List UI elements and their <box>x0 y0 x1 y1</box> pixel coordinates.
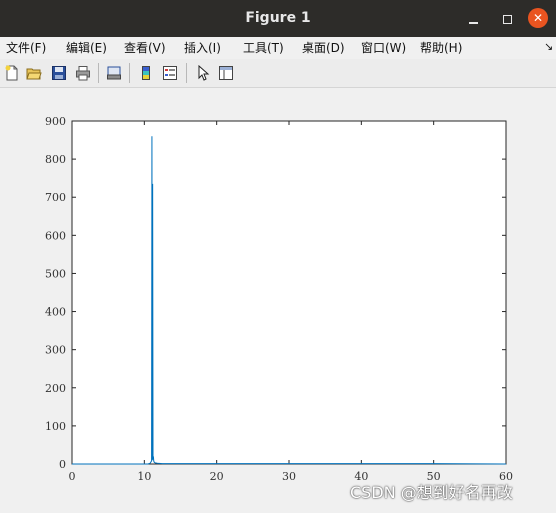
colorbar-button[interactable] <box>136 63 156 83</box>
pointer-icon <box>198 65 210 81</box>
axes-box[interactable] <box>71 120 507 465</box>
watermark-text: CSDN @想到好名再改 <box>350 483 513 502</box>
print-preview-button[interactable] <box>104 63 124 83</box>
print-preview-icon <box>107 66 121 80</box>
menu-help[interactable]: 帮助(H) <box>420 40 462 56</box>
colorbar-icon <box>142 66 150 80</box>
y-tick-label: 0 <box>59 458 66 471</box>
x-tick-label: 10 <box>137 470 151 483</box>
y-tick-label: 600 <box>45 229 66 242</box>
menu-desktop[interactable]: 桌面(D) <box>302 40 345 56</box>
y-tick-label: 900 <box>45 115 66 128</box>
menu-edit[interactable]: 编辑(E) <box>66 40 107 56</box>
open-file-button[interactable] <box>24 63 44 83</box>
y-tick-label: 100 <box>45 420 66 433</box>
property-editor-icon <box>219 66 233 80</box>
toolbar-separator <box>98 63 99 83</box>
menu-bar: 文件(F) 编辑(E) 查看(V) 插入(I) 工具(T) 桌面(D) 窗口(W… <box>0 37 556 58</box>
legend-icon <box>163 66 177 80</box>
minimize-button[interactable] <box>462 8 484 30</box>
print-button[interactable] <box>73 63 93 83</box>
new-figure-icon <box>5 65 18 81</box>
maximize-button[interactable] <box>496 8 518 30</box>
menu-insert[interactable]: 插入(I) <box>184 40 221 56</box>
close-icon: ✕ <box>532 11 544 25</box>
toolbar <box>0 59 556 88</box>
print-icon <box>76 66 90 81</box>
toolbar-separator <box>186 63 187 83</box>
menu-overflow-icon[interactable]: ↘ <box>544 40 553 53</box>
plot-svg: 0 10 20 30 40 50 60010020030040050060070080090… <box>45 115 513 483</box>
y-tick-label: 300 <box>45 344 66 357</box>
y-tick-label: 800 <box>45 153 66 166</box>
toolbar-separator <box>129 63 130 83</box>
open-file-icon <box>26 68 42 80</box>
minimize-icon <box>468 22 478 24</box>
menu-window[interactable]: 窗口(W) <box>361 40 406 56</box>
maximize-icon <box>502 14 512 24</box>
legend-button[interactable] <box>160 63 180 83</box>
menu-tools[interactable]: 工具(T) <box>243 40 284 56</box>
save-button[interactable] <box>49 63 69 83</box>
property-editor-button[interactable] <box>216 63 236 83</box>
figure-canvas[interactable]: 0 10 20 30 40 50 60 0 100 200 300 400 500 600 700 800 90… <box>0 88 556 509</box>
pointer-button[interactable] <box>193 63 213 83</box>
x-tick-label: 20 <box>210 470 224 483</box>
y-tick-label: 400 <box>45 306 66 319</box>
y-tick-label: 700 <box>45 191 66 204</box>
y-tick-label: 200 <box>45 382 66 395</box>
menu-view[interactable]: 查看(V) <box>124 40 166 56</box>
x-tick-label: 30 <box>282 470 296 483</box>
y-tick-label: 500 <box>45 267 66 280</box>
menu-file[interactable]: 文件(F) <box>6 40 46 56</box>
x-tick-label: 0 <box>69 470 76 483</box>
window-titlebar[interactable]: Figure 1 ✕ <box>0 0 556 37</box>
close-button[interactable]: ✕ <box>528 8 548 28</box>
save-icon <box>52 66 66 80</box>
new-figure-button[interactable] <box>2 63 22 83</box>
